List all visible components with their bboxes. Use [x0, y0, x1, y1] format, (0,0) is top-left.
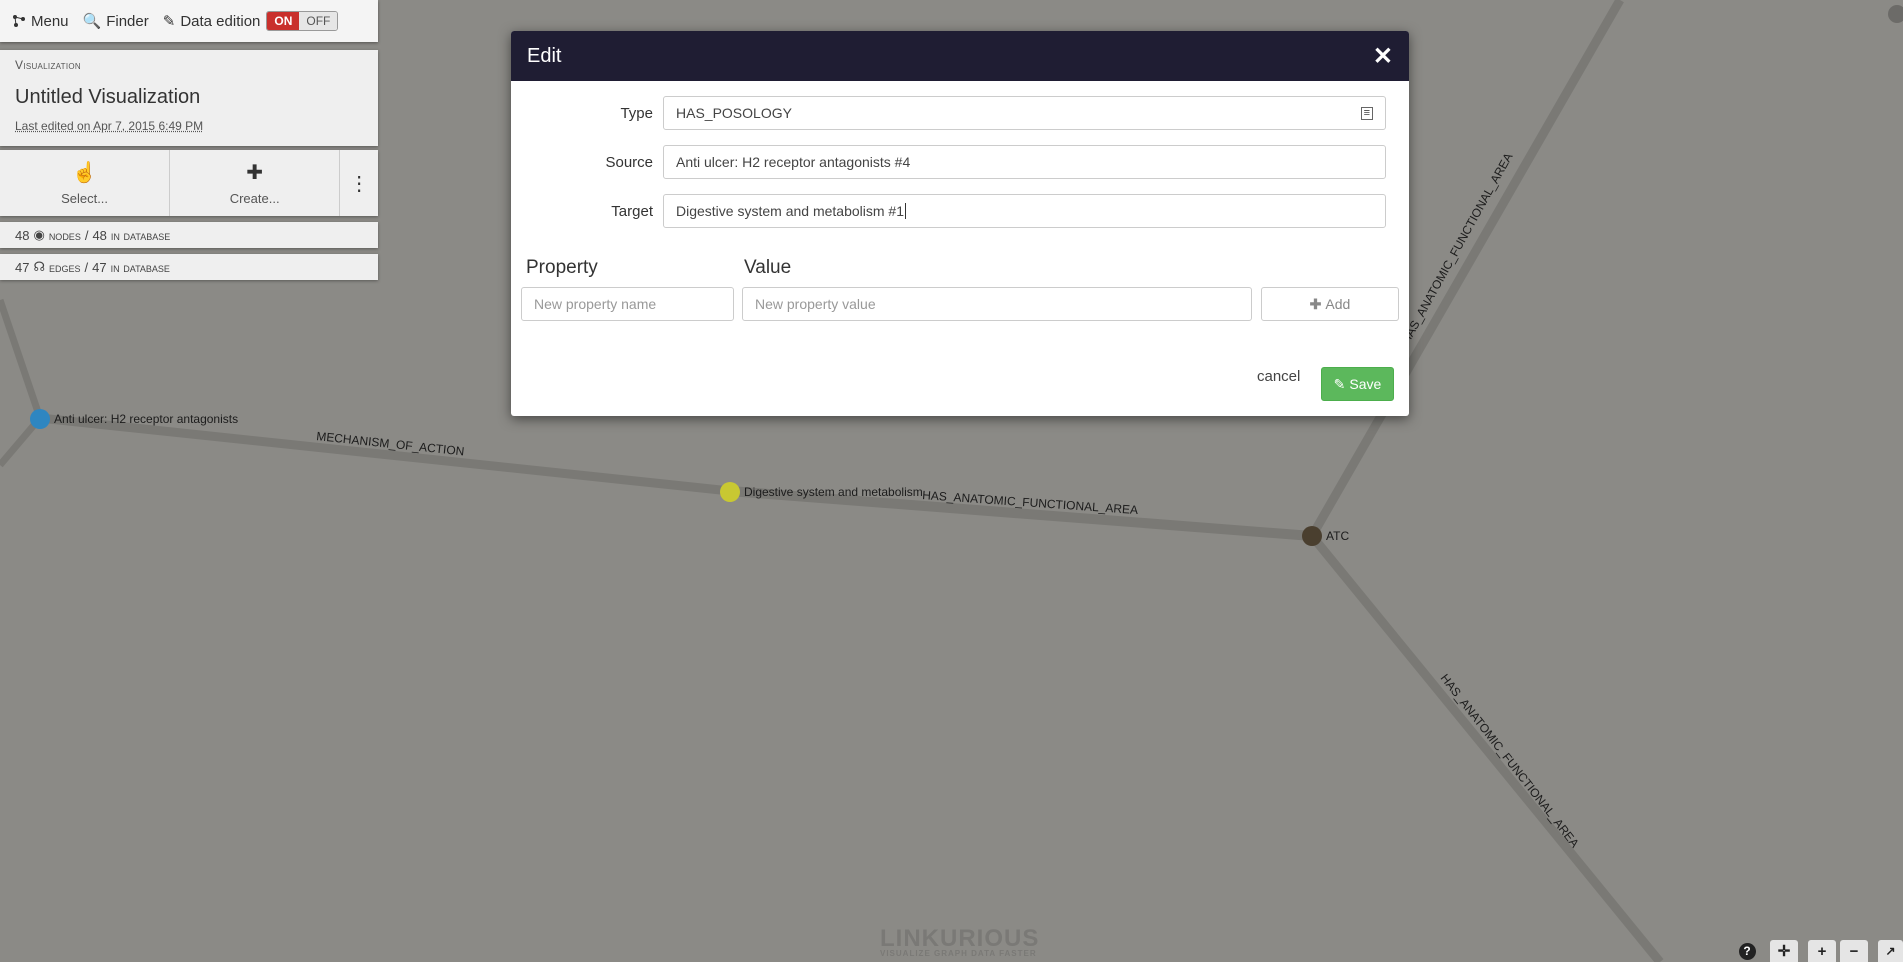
target-field[interactable]: Digestive system and metabolism #1: [663, 194, 1386, 228]
graph-menu-icon: [13, 15, 25, 27]
list-icon[interactable]: ≡: [1360, 106, 1373, 120]
target-value: Digestive system and metabolism #1: [676, 203, 904, 219]
edges-db-value: 47: [92, 259, 107, 275]
plus-icon: ✚: [246, 162, 264, 184]
select-button[interactable]: ☝ Select...: [0, 150, 171, 216]
toggle-on[interactable]: ON: [267, 12, 300, 30]
edges-sep: /: [84, 259, 89, 275]
watermark-brand: LINKURIOUS: [880, 925, 1040, 952]
menu-button[interactable]: Menu: [12, 13, 69, 30]
edge-label-anatomic-2: HAS_ANATOMIC_FUNCTIONAL_AREA: [1398, 151, 1515, 347]
source-row: Source Anti ulcer: H2 receptor antagonis…: [511, 144, 1386, 180]
graph-edge[interactable]: [1308, 533, 1664, 962]
pencil-icon: ✎: [1333, 375, 1346, 392]
cancel-button[interactable]: cancel: [1257, 368, 1300, 385]
help-icon: ?: [1738, 942, 1756, 960]
dialog-title: Edit: [527, 44, 562, 67]
source-label: Source: [605, 153, 653, 171]
add-label: Add: [1325, 296, 1351, 312]
data-edition-toggle[interactable]: ON OFF: [266, 11, 339, 31]
text-cursor: [905, 203, 906, 219]
visualization-title[interactable]: Untitled Visualization: [15, 86, 363, 109]
node-label-anti-ulcer: Anti ulcer: H2 receptor antagonists: [54, 412, 238, 426]
actions-panel: ☝ Select... ✚ Create... ⋮: [0, 150, 378, 216]
edges-db-unit: in database: [110, 259, 170, 275]
center-button[interactable]: ✛: [1770, 940, 1798, 962]
type-field[interactable]: HAS_POSOLOGY ≡: [663, 96, 1386, 130]
zoom-in-button[interactable]: +: [1808, 940, 1836, 962]
save-button[interactable]: ✎ Save: [1321, 367, 1394, 401]
finder-label: Finder: [106, 12, 149, 30]
search-icon: 🔍: [82, 13, 102, 30]
property-heading: Property: [526, 257, 598, 278]
edges-unit: edges: [49, 259, 81, 275]
type-label: Type: [620, 104, 653, 122]
help-button[interactable]: ?: [1735, 940, 1759, 962]
linkurious-watermark: LINKURIOUS VISUALIZE GRAPH DATA FASTER: [880, 925, 1039, 958]
edit-dialog: Edit ✕ Type HAS_POSOLOGY ≡ Source Anti u…: [511, 31, 1409, 416]
more-options-button[interactable]: ⋮: [340, 150, 378, 216]
graph-edge[interactable]: [39, 413, 731, 496]
type-value: HAS_POSOLOGY: [676, 105, 792, 121]
nodes-icon: ◉: [33, 227, 45, 242]
nodes-sep: /: [84, 227, 89, 243]
visualization-panel: Visualization Untitled Visualization Las…: [0, 50, 378, 146]
source-value: Anti ulcer: H2 receptor antagonists #4: [676, 154, 911, 170]
property-value-input[interactable]: New property value: [742, 287, 1252, 321]
nodes-unit: nodes: [48, 227, 81, 243]
plus-icon: ✚: [1309, 295, 1322, 312]
nodes-count: 48 ◉ nodes / 48 in database: [0, 222, 378, 248]
nodes-count-value: 48: [15, 227, 30, 243]
toggle-off[interactable]: OFF: [299, 12, 338, 30]
nodes-db-unit: in database: [110, 227, 171, 243]
save-label: Save: [1349, 376, 1382, 392]
zoom-in-icon: +: [1817, 942, 1827, 960]
data-edition-label: Data edition: [180, 12, 261, 30]
expand-icon: ↗: [1885, 944, 1896, 958]
nodes-db-value: 48: [92, 227, 107, 243]
graph-node-digestive[interactable]: [720, 482, 740, 502]
pencil-icon: ✎: [162, 13, 176, 30]
graph-node-atc[interactable]: [1302, 526, 1322, 546]
fullscreen-button[interactable]: ↗: [1878, 940, 1903, 962]
target-label: Target: [611, 202, 653, 220]
target-row: Target Digestive system and metabolism #…: [511, 193, 1386, 229]
create-button[interactable]: ✚ Create...: [170, 150, 341, 216]
create-label: Create...: [229, 191, 280, 206]
data-edition-button[interactable]: ✎ Data edition: [162, 12, 261, 31]
zoom-out-icon: −: [1849, 942, 1859, 960]
dialog-header: Edit ✕: [511, 31, 1409, 81]
finder-button[interactable]: 🔍 Finder: [82, 12, 149, 31]
add-property-button[interactable]: ✚ Add: [1261, 287, 1399, 321]
value-heading: Value: [744, 257, 792, 278]
edges-icon: ☊: [33, 259, 46, 274]
node-label-digestive: Digestive system and metabolism: [744, 485, 923, 499]
close-icon[interactable]: ✕: [1373, 42, 1393, 71]
select-label: Select...: [61, 191, 109, 206]
menu-label: Menu: [31, 12, 69, 30]
last-edited: Last edited on Apr 7, 2015 6:49 PM: [15, 119, 204, 133]
node-label-atc: ATC: [1326, 529, 1349, 543]
watermark-tagline: VISUALIZE GRAPH DATA FASTER: [880, 949, 1037, 958]
top-toolbar: Menu 🔍 Finder ✎ Data edition ON OFF: [0, 0, 378, 42]
source-field[interactable]: Anti ulcer: H2 receptor antagonists #4: [663, 145, 1386, 179]
edge-label-anatomic-3: HAS_ANATOMIC_FUNCTIONAL_AREA: [1438, 671, 1582, 850]
crosshair-icon: ✛: [1777, 943, 1791, 960]
type-row: Type HAS_POSOLOGY ≡: [511, 95, 1386, 131]
graph-node-anti-ulcer[interactable]: [30, 409, 50, 429]
zoom-out-button[interactable]: −: [1840, 940, 1868, 962]
graph-edge[interactable]: [0, 298, 44, 420]
edges-count-value: 47: [15, 259, 30, 275]
property-name-input[interactable]: New property name: [521, 287, 734, 321]
pointer-hand-icon: ☝: [72, 162, 97, 184]
corner-plus-icon[interactable]: [1888, 5, 1903, 23]
vertical-ellipsis-icon: ⋮: [349, 172, 370, 195]
edges-count: 47 ☊ edges / 47 in database: [0, 254, 378, 280]
visualization-kicker: Visualization: [15, 58, 81, 72]
